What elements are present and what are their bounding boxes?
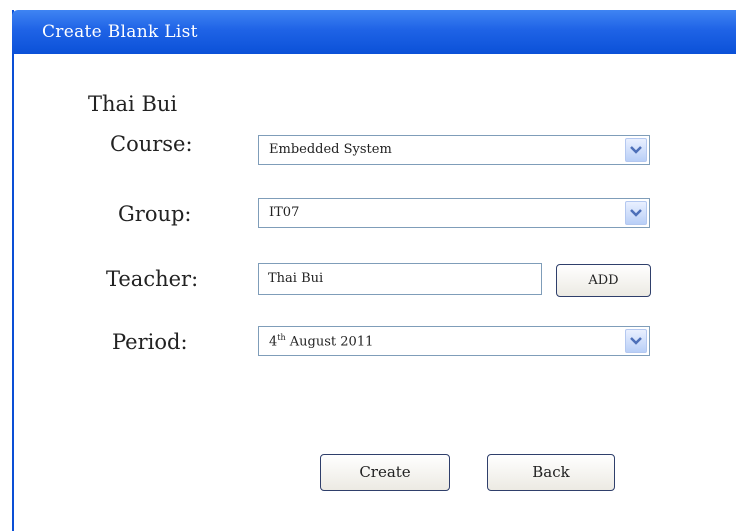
period-month-year: August 2011 [285,334,374,350]
period-label: Period: [112,330,188,354]
group-label: Group: [118,202,192,226]
period-value: 4th August 2011 [269,333,373,349]
create-button[interactable]: Create [320,454,450,491]
chevron-down-icon[interactable] [625,138,647,162]
group-select[interactable]: IT07 [258,198,650,228]
window-title: Create Blank List [42,22,198,42]
back-button[interactable]: Back [487,454,615,491]
user-name: Thai Bui [88,92,178,116]
chevron-down-icon[interactable] [625,201,647,225]
teacher-label: Teacher: [106,267,199,291]
title-bar: Create Blank List [12,10,736,54]
period-day-suffix: th [277,333,286,342]
course-value: Embedded System [269,142,392,157]
course-label: Course: [110,132,193,156]
teacher-input[interactable]: Thai Bui [258,263,542,295]
group-value: IT07 [269,205,300,220]
teacher-value: Thai Bui [268,271,324,286]
course-select[interactable]: Embedded System [258,135,650,165]
chevron-down-icon[interactable] [625,329,647,353]
period-select[interactable]: 4th August 2011 [258,326,650,356]
add-teacher-button[interactable]: ADD [556,264,651,297]
